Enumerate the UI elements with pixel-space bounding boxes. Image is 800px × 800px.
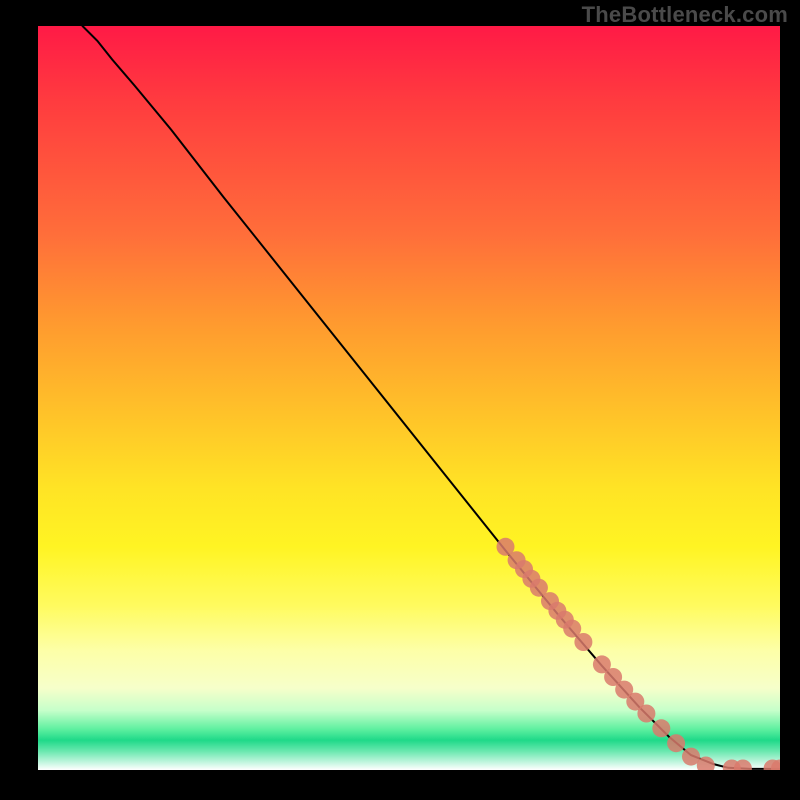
marker-group	[497, 538, 781, 770]
watermark-label: TheBottleneck.com	[582, 2, 788, 28]
data-point	[667, 734, 685, 752]
data-point	[574, 633, 592, 651]
chart-plot-area	[38, 26, 780, 770]
chart-overlay-svg	[38, 26, 780, 770]
curve-line	[83, 26, 781, 769]
data-point	[637, 705, 655, 723]
data-point	[652, 719, 670, 737]
chart-frame: TheBottleneck.com	[0, 0, 800, 800]
